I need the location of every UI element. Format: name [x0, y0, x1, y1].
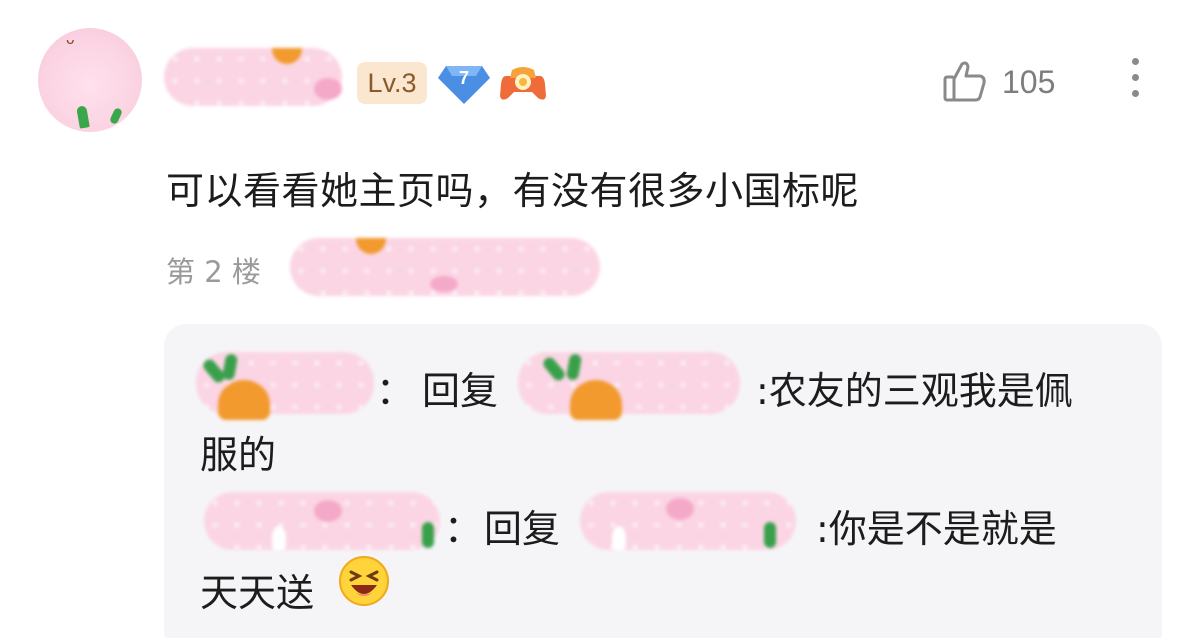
laughing-emoji-icon	[338, 555, 390, 607]
reply-content: :农友的三观我是佩	[756, 369, 1073, 413]
reply-word: 回复	[484, 507, 561, 551]
carrot-sticker-icon	[570, 380, 622, 420]
carrot-leaf-icon	[764, 522, 776, 548]
carrot-sticker-icon	[218, 380, 270, 420]
reply-target-redacted[interactable]	[518, 352, 740, 420]
reply-content: 服的	[200, 433, 277, 477]
reply-content: 天天送	[200, 571, 315, 615]
reply-separator: ：	[376, 369, 415, 413]
heart-sticker-icon	[666, 498, 694, 520]
heart-sticker-icon	[314, 500, 342, 522]
carrot-sticker-icon	[356, 238, 386, 254]
like-count: 105	[1002, 64, 1056, 100]
location-redacted	[290, 238, 600, 296]
reply-word: 回复	[422, 369, 499, 413]
comment-text: 可以看看她主页吗，有没有很多小国标呢	[166, 169, 860, 213]
bunny-sticker-icon	[612, 526, 626, 550]
avatar-sprout-icon	[76, 105, 90, 129]
reply-content: :你是不是就是	[816, 507, 1057, 551]
avatar-face-icon: ᴗ	[66, 32, 75, 48]
carrot-leaf-icon	[221, 353, 239, 381]
avatar-sprout-icon	[108, 107, 124, 125]
carrot-sticker-icon	[272, 48, 302, 64]
more-vertical-icon[interactable]	[1128, 58, 1142, 104]
carrot-leaf-icon	[422, 522, 434, 548]
thumbs-up-icon[interactable]	[942, 58, 988, 104]
game-controller-icon	[498, 62, 548, 104]
reply-separator: ：	[444, 507, 483, 551]
diamond-badge-icon: 7	[436, 60, 492, 106]
level-badge: Lv.3	[357, 62, 427, 104]
heart-sticker-icon	[314, 78, 342, 100]
heart-sticker-icon	[430, 276, 458, 292]
bunny-sticker-icon	[272, 526, 286, 550]
diamond-level: 7	[458, 68, 469, 88]
carrot-leaf-icon	[565, 353, 583, 381]
floor-number: 第 2 楼	[166, 255, 261, 289]
reply-target-redacted[interactable]	[580, 492, 796, 550]
avatar[interactable]: ᴗ	[38, 28, 142, 132]
reply-author-redacted[interactable]	[196, 352, 374, 420]
reply-author-redacted[interactable]	[204, 492, 440, 550]
username-redacted[interactable]	[164, 48, 342, 106]
carrot-leaf-icon	[541, 355, 567, 383]
